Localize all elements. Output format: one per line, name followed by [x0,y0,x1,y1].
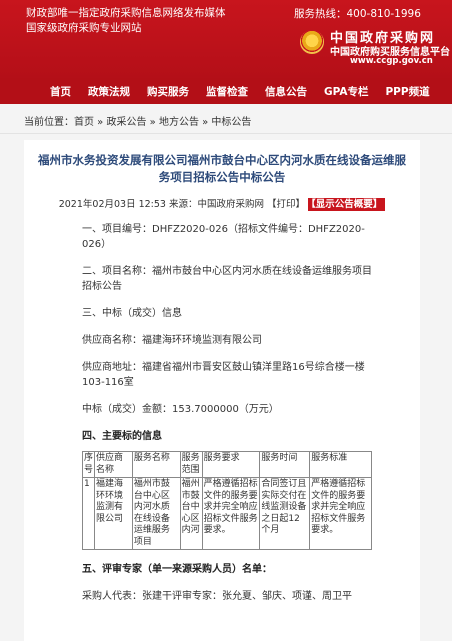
col-header: 服务范围 [179,451,203,478]
breadcrumb: 当前位置：首页 » 政采公告 » 地方公告 » 中标公告 [0,108,452,134]
table-cell: 福州市鼓台中心区内河水质在线设备运维服务项目 [131,477,181,550]
experts-list: 采购人代表：张建干评审专家：张允夏、邹庆、项谨、周卫平 [82,591,352,602]
supplier-name: 供应商名称：福建海环环境监测有限公司 [82,335,262,346]
table-cell: 福州市鼓台中心区内河 [179,477,203,550]
col-header: 服务时间 [259,451,311,478]
award-amount: 中标（成交）金额：153.7000000（万元） [82,404,279,415]
article-meta: 2021年02月03日 12:53 来源：中国政府采购网 【打印】 【显示公告概要】 [24,196,420,211]
section-project-number: 一、项目编号：DHFZ2020-026（招标文件编号：DHFZ2020-026） [82,224,365,250]
nav-item-home[interactable]: 首页 [50,84,71,99]
article-body: 一、项目编号：DHFZ2020-026（招标文件编号：DHFZ2020-026）… [24,222,420,604]
article-card: 福州市水务投资发展有限公司福州市鼓台中心区内河水质在线设备运维服务项目招标公告中… [24,140,420,641]
table-header-row: 序号 供应商名称 服务名称 服务范围 服务要求 服务时间 服务标准 [81,451,372,478]
publish-info: 2021年02月03日 12:53 来源：中国政府采购网 [58,199,264,210]
nav-item-supervision[interactable]: 监督检查 [206,84,248,99]
nav-item-policy[interactable]: 政策法规 [88,84,130,99]
article-title: 福州市水务投资发展有限公司福州市鼓台中心区内河水质在线设备运维服务项目招标公告中… [38,153,406,184]
col-header: 序号 [81,451,96,478]
nav-item-purchase-service[interactable]: 购买服务 [147,84,189,99]
site-logo[interactable]: 中国政府采购网 中国政府购买服务信息平台 www.ccgp.gov.cn [300,27,450,69]
col-header: 服务要求 [201,451,261,478]
section-main-items: 四、主要标的信息 [82,431,162,442]
nav-item-ppp[interactable]: PPP频道 [385,84,429,99]
show-summary-button[interactable]: 【显示公告概要】 [308,198,386,211]
award-table: 序号 供应商名称 服务名称 服务范围 服务要求 服务时间 服务标准 1 福建海环… [81,451,372,550]
supplier-address: 供应商地址：福建省福州市晋安区鼓山镇洋里路16号综合楼一楼103-116室 [82,362,365,388]
breadcrumb-text[interactable]: 当前位置：首页 » 政采公告 » 地方公告 » 中标公告 [24,113,251,128]
col-header: 服务名称 [131,451,181,478]
table-cell: 严格遵循招标文件的服务要求并完全响应招标文件服务要求。 [309,477,372,550]
table-cell: 1 [81,477,96,550]
col-header: 供应商名称 [94,451,133,478]
table-cell: 福建海环环境监测有限公司 [94,477,133,550]
logo-url: www.ccgp.gov.cn [350,56,433,66]
nav-item-gpa[interactable]: GPA专栏 [324,84,368,99]
table-cell: 合同签订且实际交付在线监测设备之日起12个月 [259,477,311,550]
national-emblem-icon [300,30,324,54]
table-row: 1 福建海环环境监测有限公司 福州市鼓台中心区内河水质在线设备运维服务项目 福州… [81,477,372,550]
nav-item-announcements[interactable]: 信息公告 [265,84,307,99]
site-header: 财政部唯一指定政府采购信息网络发布媒体 国家级政府采购专业网站 服务热线：400… [0,0,452,78]
section-project-name: 二、项目名称：福州市鼓台中心区内河水质在线设备运维服务项目招标公告 [82,266,372,292]
table-cell: 严格遵循招标文件的服务要求并完全响应招标文件服务要求。 [201,477,261,550]
section-award-info: 三、中标（成交）信息 [82,308,182,319]
section-experts: 五、评审专家（单一来源采购人员）名单： [82,564,272,575]
hotline-text: 服务热线：400-810-1996 [294,8,421,20]
main-nav: 首页 政策法规 购买服务 监督检查 信息公告 GPA专栏 PPP频道 [0,78,452,104]
header-tagline: 财政部唯一指定政府采购信息网络发布媒体 国家级政府采购专业网站 [26,7,226,34]
col-header: 服务标准 [309,451,372,478]
print-link[interactable]: 【打印】 [267,199,305,210]
